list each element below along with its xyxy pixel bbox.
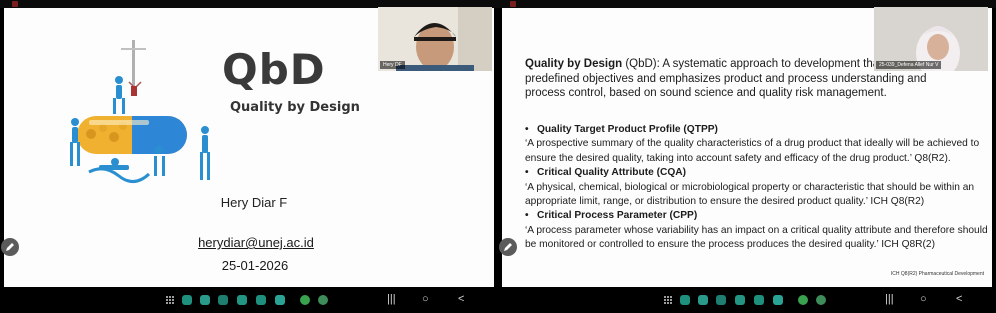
home-button[interactable]: ○ (920, 293, 927, 305)
definition-term: Quality by Design (525, 58, 623, 70)
app-icon-4[interactable] (735, 295, 745, 305)
bullet-qtpp: Quality Target Product Profile (QTPP) (525, 123, 990, 138)
presentation-date: 25-01-2026 (221, 258, 289, 273)
annotate-pencil-button[interactable] (499, 238, 517, 256)
record-indicator-icon (12, 1, 18, 7)
whatsapp-icon[interactable] (798, 295, 808, 305)
whatsapp-icon[interactable] (300, 295, 310, 305)
app-icon-6[interactable] (275, 295, 285, 305)
bullet-cpp: Critical Process Parameter (CPP) (525, 209, 990, 224)
qtpp-text: ‘A prospective summary of the quality ch… (525, 138, 980, 164)
webcam-tile-defena[interactable]: 25-039_Defena Allef Nur V (874, 7, 988, 71)
pencil-icon (6, 243, 14, 251)
chrome-icon[interactable] (816, 295, 826, 305)
chrome-icon[interactable] (318, 295, 328, 305)
right-screen: Quality by Design (QbD): A systematic ap… (498, 0, 996, 313)
webcam-tile-hery[interactable]: Hery DF (378, 7, 492, 71)
back-button[interactable]: < (956, 293, 962, 305)
left-screen: QbD Quality by Design Hery Diar F herydi… (0, 0, 498, 313)
slide-footnote: ICH Q8(R2) Pharmaceutical Development (890, 271, 984, 277)
webcam-name-label: Hery DF (380, 61, 405, 69)
record-indicator-icon (510, 1, 516, 7)
android-navbar: ||| ○ < (0, 287, 498, 313)
webcam-name-label: 25-039_Defena Allef Nur V (876, 61, 942, 69)
presenter-email-link[interactable]: herydiar@unej.ac.id (186, 235, 326, 250)
cpp-text: ‘A process parameter whose variability h… (525, 224, 988, 251)
capsule-icon (77, 116, 187, 154)
apps-grid-icon[interactable] (664, 296, 672, 304)
app-icon-3[interactable] (218, 295, 228, 305)
qbd-capsule-illustration (70, 40, 210, 183)
app-icon-5[interactable] (256, 295, 266, 305)
crane-icon (121, 40, 146, 96)
app-icon-3[interactable] (716, 295, 726, 305)
back-button[interactable]: < (458, 293, 464, 305)
presenter-name: Hery Diar F (220, 195, 288, 210)
pencil-icon (504, 243, 512, 251)
qbd-logo: QbD (222, 45, 326, 94)
logo-subtitle: Quality by Design (230, 100, 360, 115)
cqa-text: ‘A physical, chemical, biological or mic… (525, 181, 975, 208)
app-icon-2[interactable] (698, 295, 708, 305)
recents-button[interactable]: ||| (387, 293, 396, 305)
app-icon-1[interactable] (680, 295, 690, 305)
apps-grid-icon[interactable] (166, 296, 174, 304)
app-icon-4[interactable] (237, 295, 247, 305)
android-navbar: ||| ○ < (498, 287, 996, 313)
app-icon-5[interactable] (754, 295, 764, 305)
home-button[interactable]: ○ (422, 293, 429, 305)
app-icon-6[interactable] (773, 295, 783, 305)
app-icon-1[interactable] (182, 295, 192, 305)
recents-button[interactable]: ||| (885, 293, 894, 305)
app-icon-2[interactable] (200, 295, 210, 305)
bullet-cqa: Critical Quality Attribute (CQA) (525, 166, 990, 181)
definition-list: Quality Target Product Profile (QTPP) ‘A… (525, 123, 990, 253)
annotate-pencil-button[interactable] (1, 238, 19, 256)
